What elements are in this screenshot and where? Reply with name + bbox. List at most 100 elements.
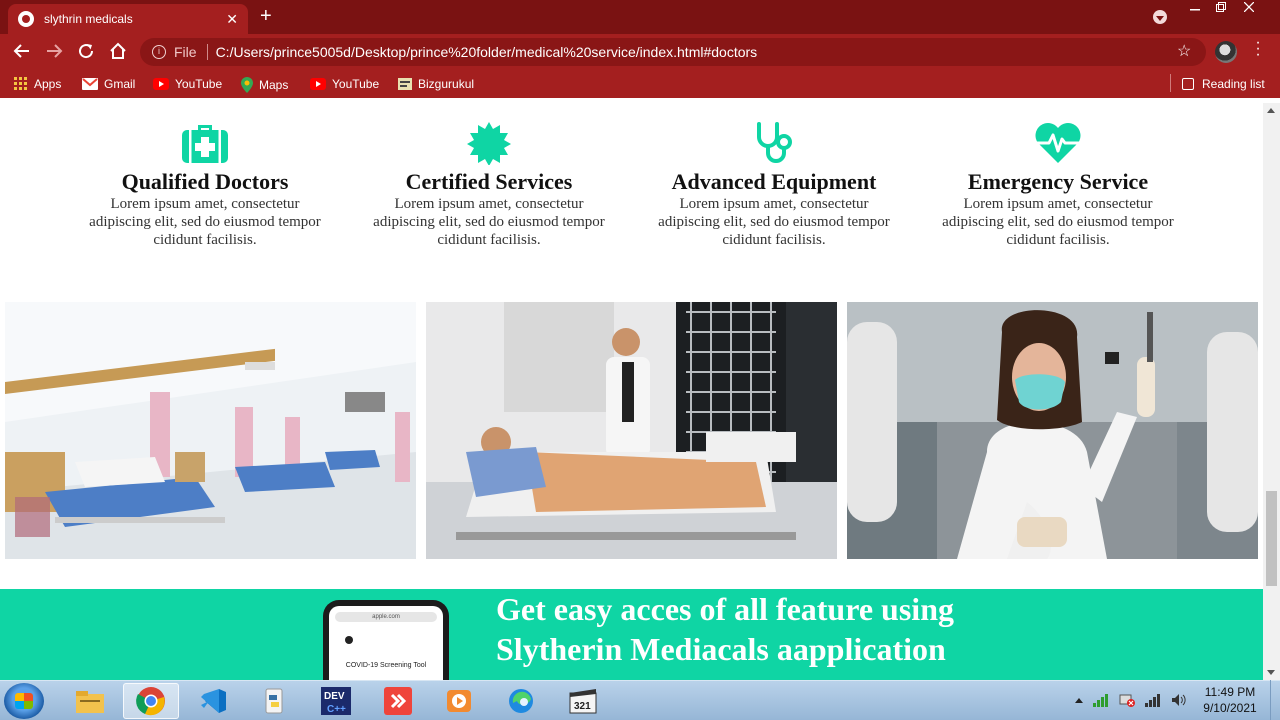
new-tab-button[interactable]: + [260,6,272,26]
feature-title: Certified Services [405,169,573,194]
feature-text: Lorem ipsum amet, consectetur adipiscing… [89,196,321,248]
banner-line-2: Slytherin Mediacals aapplication [496,631,946,667]
taskbar-python[interactable] [246,683,302,719]
page-scrollbar[interactable] [1263,103,1280,680]
show-hidden-icons-icon[interactable] [1075,697,1083,703]
tab-title: slythrin medicals [44,12,133,26]
svg-text:321: 321 [574,701,591,712]
dev-cpp-icon: DEV C++ [321,687,351,715]
bizgurukul-icon [398,78,412,90]
doctor-with-patient-photo [426,302,837,559]
taskbar-vscode[interactable] [185,683,241,719]
taskbar-media-player-classic[interactable]: 321 [555,683,611,719]
maps-pin-icon [241,77,253,93]
scroll-down-arrow-icon[interactable] [1267,670,1275,675]
close-tab-icon[interactable]: ✕ [226,11,238,28]
svg-text:DEV: DEV [324,691,345,702]
hospital-ward-photo [5,302,416,559]
show-desktop-button[interactable] [1270,680,1280,720]
phone-screen-text: COVID-19 Screening Tool [345,662,427,669]
clock-time: 11:49 PM [1204,685,1256,699]
site-info-icon[interactable]: i [152,45,166,59]
taskbar-chrome[interactable] [123,683,179,719]
bookmark-youtube-2[interactable]: YouTube [310,77,379,91]
reload-button[interactable] [77,42,95,65]
bookmark-maps[interactable]: Maps [241,77,288,93]
restore-icon [1216,2,1226,12]
bookmark-label: Apps [34,77,62,91]
stethoscope-icon [757,122,792,163]
heartbeat-icon [1035,123,1081,163]
taskbar-file-explorer[interactable] [62,683,118,719]
home-icon [110,42,126,59]
app-banner-heading: Get easy acces of all feature using Slyt… [496,589,954,669]
chrome-icon [136,687,165,716]
svg-text:C++: C++ [327,704,346,715]
banner-line-1: Get easy acces of all feature using [496,591,954,627]
feature-certified-services: Certified Services Lorem ipsum amet, con… [369,121,609,249]
vscode-icon [201,689,226,713]
edge-icon [509,689,533,713]
bookmark-label: Gmail [104,77,136,91]
network-signal-icon[interactable] [1093,693,1109,707]
volume-icon[interactable] [1171,693,1187,707]
url-scheme-label: File [174,44,197,60]
reading-list-label: Reading list [1202,77,1265,91]
clock-date: 9/10/2021 [1203,701,1257,715]
bookmark-gmail[interactable]: Gmail [82,77,135,91]
bookmarks-divider [1170,74,1171,92]
anydesk-icon [384,687,412,715]
restore-button[interactable] [1206,0,1236,18]
network-error-icon[interactable] [1119,693,1135,707]
home-button[interactable] [109,42,127,65]
taskbar-edge[interactable] [493,683,549,719]
media-player-icon [447,690,471,712]
bookmark-label: Maps [259,78,289,92]
bookmark-youtube[interactable]: YouTube [153,77,222,91]
forward-button[interactable] [45,42,63,65]
browser-tab[interactable]: slythrin medicals ✕ [8,4,248,34]
media-player-classic-icon: 321 [569,689,597,714]
taskbar-clock[interactable]: 11:49 PM 9/10/2021 [1195,684,1265,716]
tab-search-icon[interactable] [1153,10,1167,24]
browser-menu-icon[interactable]: · · · [1251,35,1265,63]
profile-avatar[interactable] [1215,41,1237,63]
taskbar-dev-cpp[interactable]: DEV C++ [308,683,364,719]
page-viewport: Qualified Doctors Lorem ipsum amet, cons… [0,103,1263,680]
feature-text: Lorem ipsum amet, consectetur adipiscing… [942,196,1174,248]
taskbar-media-player[interactable] [431,683,487,719]
windows-logo-icon [15,693,33,709]
reload-icon [79,44,94,59]
bookmark-label: Bizgurukul [418,77,475,91]
address-bar[interactable]: i File C:/Users/prince5005d/Desktop/prin… [140,38,1206,66]
back-button[interactable] [13,42,31,65]
taskbar-anydesk[interactable] [370,683,426,719]
bookmark-star-icon[interactable]: ☆ [1177,41,1191,61]
reading-list-button[interactable]: Reading list [1182,77,1265,91]
file-explorer-icon [76,691,104,713]
site-favicon-icon [18,11,34,27]
feature-title: Qualified Doctors [121,169,289,194]
phone-mockup: apple.com COVID-19 Screening Tool [323,600,449,680]
youtube-icon [310,78,326,90]
feature-advanced-equipment: Advanced Equipment Lorem ipsum amet, con… [654,121,894,249]
url-text[interactable]: C:/Users/prince5005d/Desktop/prince%20fo… [216,44,758,60]
tab-strip: slythrin medicals ✕ + [0,0,1280,34]
phone-screen: apple.com COVID-19 Screening Tool [329,606,443,680]
phone-url: apple.com [335,612,437,622]
start-button[interactable] [4,683,44,719]
apps-grid-icon [14,77,27,90]
bookmarks-bar: Apps Gmail YouTube Maps YouTube Bizguruk… [0,70,1280,98]
bookmark-apps[interactable]: Apps [14,77,61,91]
bookmark-bizgurukul[interactable]: Bizgurukul [398,77,474,91]
feature-title: Emergency Service [967,169,1149,194]
scroll-thumb[interactable] [1266,491,1277,586]
bookmark-label: YouTube [332,77,380,91]
scroll-up-arrow-icon[interactable] [1267,108,1275,113]
feature-title: Advanced Equipment [671,169,877,194]
wifi-signal-icon[interactable] [1145,693,1161,707]
close-window-button[interactable] [1234,0,1264,18]
youtube-icon [153,78,169,90]
minimize-icon [1190,9,1200,11]
system-tray [1075,680,1187,720]
